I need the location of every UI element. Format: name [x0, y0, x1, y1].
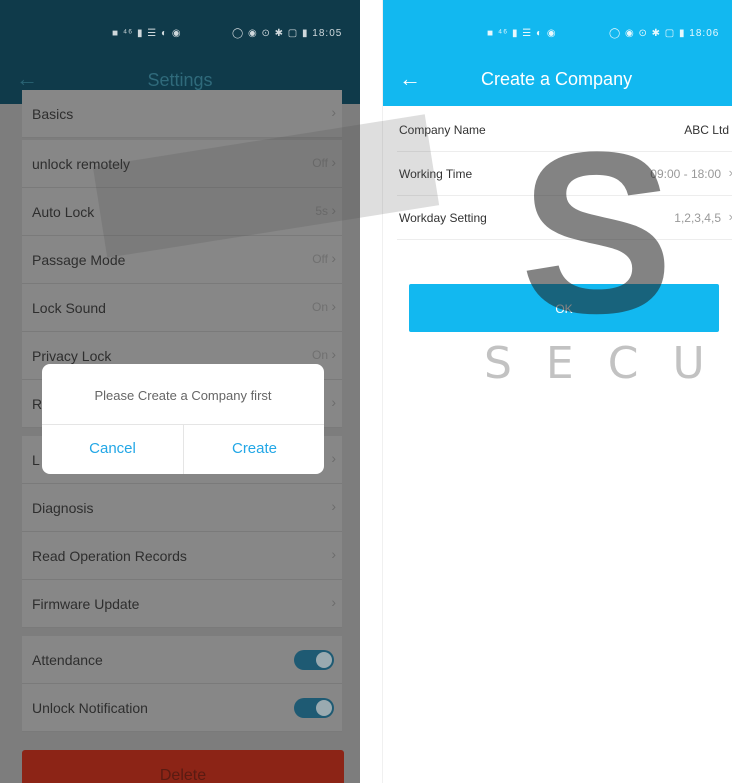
- app-bar: ← Create a Company: [383, 56, 732, 106]
- dialog-message: Please Create a Company first: [94, 388, 272, 403]
- row-label: Attendance: [32, 652, 103, 668]
- chevron-right-icon: ›: [729, 209, 732, 224]
- status-bar: ■ ⁴⁶ ▮ ☰ ◐ ◉ ◯ ◉ ⊙ ✱ ▢ ▮ 18:05: [0, 0, 360, 56]
- status-bar: ■ ⁴⁶ ▮ ☰ ◐ ◉ ◯ ◉ ⊙ ✱ ▢ ▮ 18:06: [383, 0, 732, 56]
- page-title: Settings: [147, 70, 213, 90]
- chevron-right-icon: ›: [331, 498, 336, 514]
- chevron-right-icon: ›: [331, 250, 336, 266]
- settings-screen: ■ ⁴⁶ ▮ ☰ ◐ ◉ ◯ ◉ ⊙ ✱ ▢ ▮ 18:05 ← Setting…: [0, 0, 360, 783]
- page-title: Create a Company: [481, 69, 633, 89]
- status-time: ◯ ◉ ⊙ ✱ ▢ ▮ 18:05: [232, 28, 343, 39]
- settings-row-firmware-update[interactable]: Firmware Update ›: [22, 580, 342, 628]
- chevron-right-icon: ›: [729, 165, 732, 180]
- row-label: Basics: [32, 106, 74, 122]
- settings-row-diagnosis[interactable]: Diagnosis ›: [22, 484, 342, 532]
- row-label: L: [32, 452, 40, 468]
- row-label: Firmware Update: [32, 596, 140, 612]
- back-arrow-icon[interactable]: ←: [399, 66, 421, 92]
- chevron-right-icon: ›: [331, 450, 336, 466]
- dialog-cancel-button[interactable]: Cancel: [42, 424, 183, 474]
- screen-gap: [360, 0, 382, 783]
- unlock-notification-toggle[interactable]: [294, 698, 334, 718]
- company-name-value: ABC Ltd: [684, 123, 729, 137]
- row-label: R: [32, 396, 43, 412]
- row-label: Lock Sound: [32, 300, 106, 316]
- dialog-create-button[interactable]: Create: [184, 424, 324, 474]
- status-icons: ■ ⁴⁶ ▮ ☰ ◐ ◉: [487, 28, 557, 39]
- status-time: ◯ ◉ ⊙ ✱ ▢ ▮ 18:06: [609, 28, 720, 39]
- settings-row-attendance: Attendance: [22, 636, 342, 684]
- create-company-dialog: Please Create a Company first Cancel Cre…: [42, 364, 324, 474]
- row-label: Read Operation Records: [32, 548, 187, 564]
- status-icons: ■ ⁴⁶ ▮ ☰ ◐ ◉: [112, 28, 182, 39]
- row-value: On: [311, 300, 328, 314]
- watermark-letter: S: [520, 104, 674, 361]
- settings-row-lock-sound[interactable]: Lock Sound On ›: [22, 284, 342, 332]
- attendance-toggle[interactable]: [294, 650, 334, 670]
- workday-setting-value: 1,2,3,4,5: [674, 211, 721, 225]
- row-value: On: [311, 348, 328, 362]
- row-label: Workday Setting: [399, 211, 487, 225]
- settings-row-basics[interactable]: Basics ›: [22, 90, 342, 138]
- chevron-right-icon: ›: [331, 346, 336, 362]
- row-label: Privacy Lock: [32, 348, 112, 364]
- settings-row-unlock-notification: Unlock Notification: [22, 684, 342, 732]
- chevron-right-icon: ›: [331, 394, 336, 410]
- delete-button[interactable]: Delete: [22, 750, 344, 783]
- chevron-right-icon: ›: [331, 546, 336, 562]
- chevron-right-icon: ›: [331, 298, 336, 314]
- delete-button-label: Delete: [159, 767, 207, 783]
- row-label: Auto Lock: [32, 204, 95, 220]
- chevron-right-icon: ›: [331, 104, 336, 120]
- watermark-text: SECU: [484, 338, 732, 389]
- settings-row-read-operation-records[interactable]: Read Operation Records ›: [22, 532, 342, 580]
- row-label: Diagnosis: [32, 500, 94, 516]
- row-label: Unlock Notification: [32, 700, 148, 716]
- row-value: Off: [312, 252, 328, 266]
- chevron-right-icon: ›: [331, 594, 336, 610]
